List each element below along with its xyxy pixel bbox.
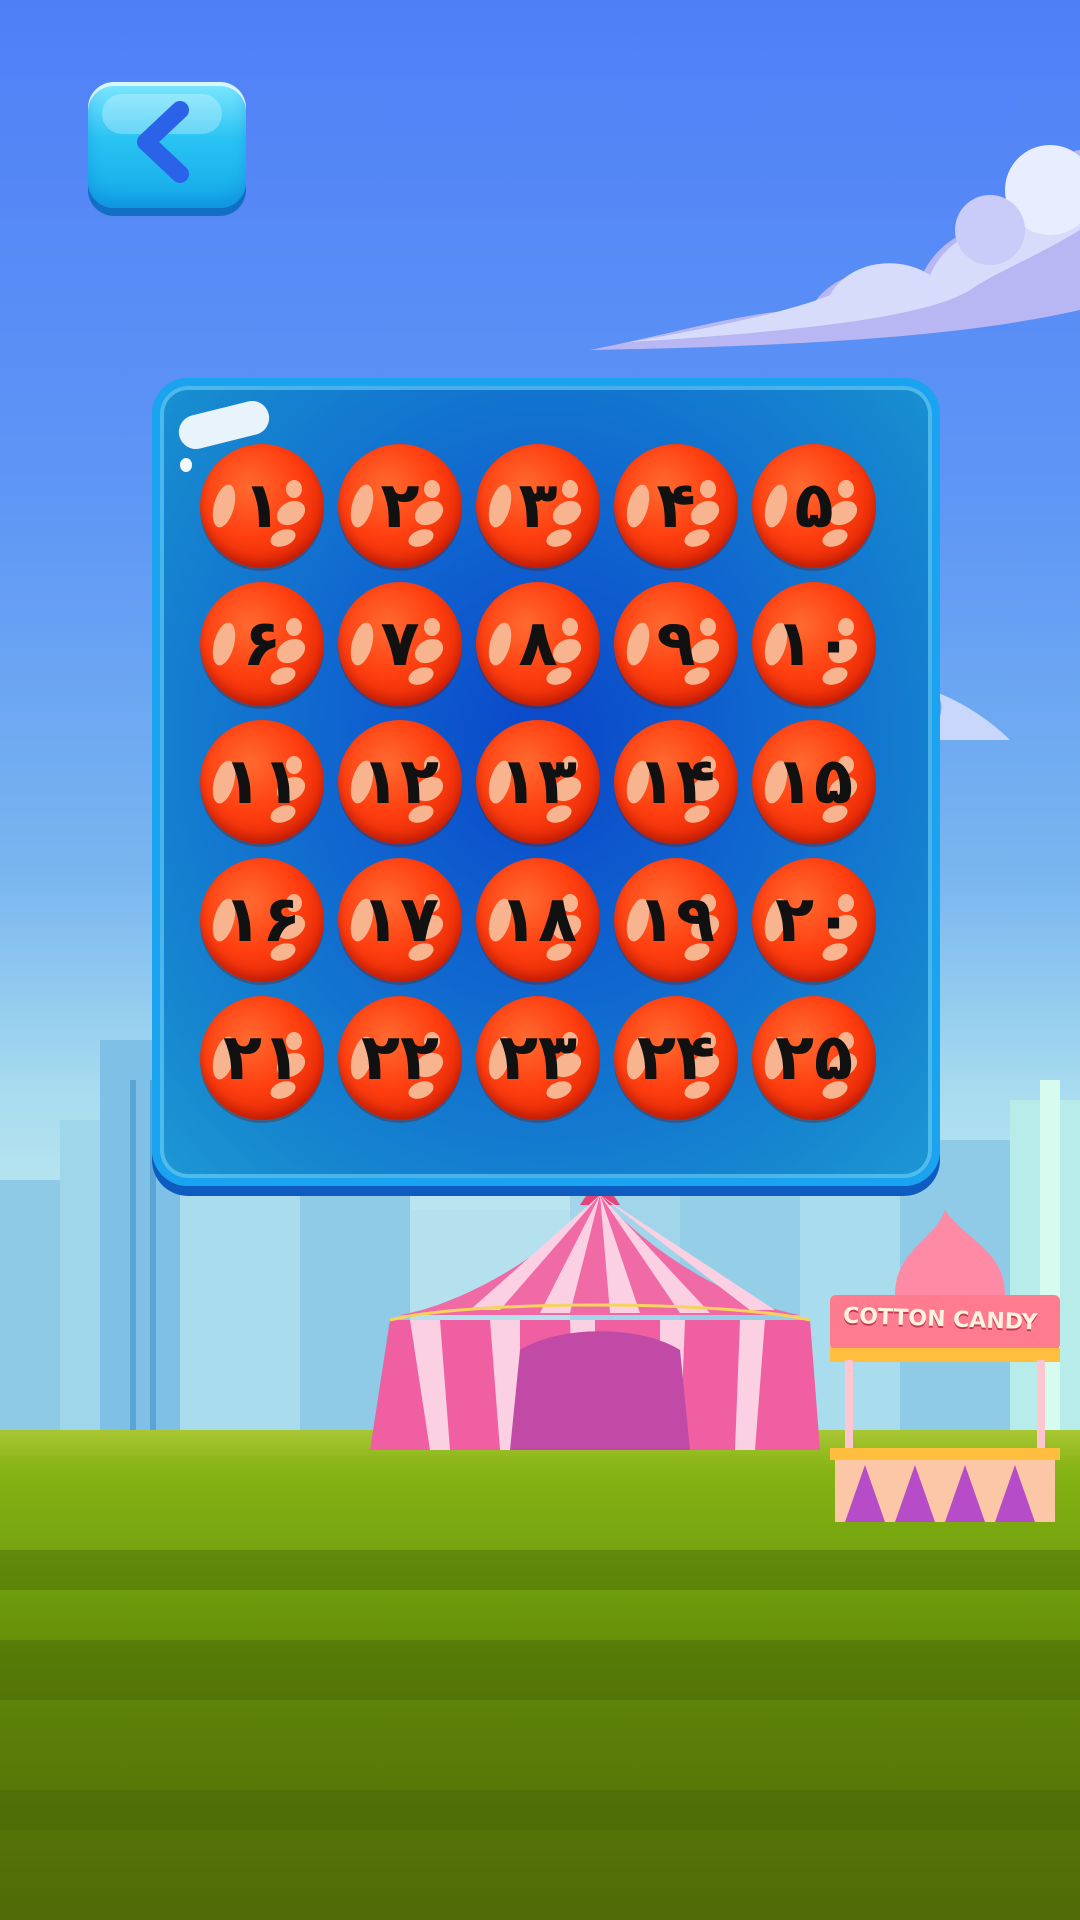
back-button[interactable] [88, 82, 246, 208]
level-button[interactable]: ٢٣ [476, 996, 600, 1120]
level-number: ١۴ [636, 745, 716, 819]
level-number: ٢١ [222, 1021, 302, 1095]
level-number: ١١ [222, 745, 302, 819]
circus-tent [370, 1175, 820, 1450]
level-button[interactable]: ١۴ [614, 720, 738, 844]
level-button[interactable]: ٢ [338, 444, 462, 568]
level-number: ٢٣ [498, 1021, 578, 1095]
level-number: ٣ [518, 469, 558, 543]
level-button[interactable]: ١٩ [614, 858, 738, 982]
level-button[interactable]: ١۶ [200, 858, 324, 982]
level-button[interactable]: ٨ [476, 582, 600, 706]
level-number: ١۶ [222, 883, 302, 957]
level-button[interactable]: ١١ [200, 720, 324, 844]
level-number: ٢۵ [774, 1021, 854, 1095]
cotton-candy-stall [830, 1210, 1060, 1522]
level-button[interactable]: ٧ [338, 582, 462, 706]
level-button[interactable]: ٢۴ [614, 996, 738, 1120]
panel-shine-dot [180, 458, 192, 472]
level-button[interactable]: ٢٠ [752, 858, 876, 982]
level-grid: ١ ٢ ٣ ۴ ۵ ۶ ٧ ٨ ٩ ١٠ ١١ ١٢ ١٣ ١۴ ١۵ ١۶ ١٧ ١٨ ١٩ ٢٠ ٢١ ٢٢ ٢٣ ٢۴ ٢… [200, 444, 876, 1120]
level-number: ٨ [518, 607, 558, 681]
level-button[interactable]: ١٣ [476, 720, 600, 844]
chevron-left-icon [137, 101, 189, 183]
level-number: ٧ [380, 607, 420, 681]
level-number: ١۵ [774, 745, 854, 819]
level-select-panel: ١ ٢ ٣ ۴ ۵ ۶ ٧ ٨ ٩ ١٠ ١١ ١٢ ١٣ ١۴ ١۵ ١۶ ١٧ ١٨ ١٩ ٢٠ ٢١ ٢٢ ٢٣ ٢۴ ٢… [152, 378, 940, 1186]
level-number: ۴ [656, 469, 696, 543]
level-number: ۵ [794, 469, 834, 543]
level-number: ٢٢ [360, 1021, 440, 1095]
level-number: ٢٠ [774, 883, 854, 957]
level-number: ۶ [242, 607, 282, 681]
level-button[interactable]: ۵ [752, 444, 876, 568]
level-button[interactable]: ۴ [614, 444, 738, 568]
level-number: ١٠ [774, 607, 854, 681]
level-button[interactable]: ١٠ [752, 582, 876, 706]
stall-sign: COTTON CANDY [842, 1303, 1038, 1336]
level-number: ١٢ [360, 745, 440, 819]
level-button[interactable]: ٢٢ [338, 996, 462, 1120]
level-button[interactable]: ٣ [476, 444, 600, 568]
level-button[interactable]: ١٢ [338, 720, 462, 844]
level-button[interactable]: ٢١ [200, 996, 324, 1120]
level-number: ١ [242, 469, 282, 543]
level-number: ٩ [656, 607, 696, 681]
level-button[interactable]: ۶ [200, 582, 324, 706]
level-button[interactable]: ١٨ [476, 858, 600, 982]
level-button[interactable]: ٢۵ [752, 996, 876, 1120]
level-button[interactable]: ٩ [614, 582, 738, 706]
level-number: ١٣ [498, 745, 578, 819]
level-number: ١٧ [360, 883, 440, 957]
level-number: ٢ [380, 469, 420, 543]
level-button[interactable]: ١٧ [338, 858, 462, 982]
cloud [590, 145, 1080, 350]
level-number: ١٨ [498, 883, 578, 957]
level-button[interactable]: ١۵ [752, 720, 876, 844]
level-number: ١٩ [636, 883, 716, 957]
level-button[interactable]: ١ [200, 444, 324, 568]
level-number: ٢۴ [636, 1021, 716, 1095]
